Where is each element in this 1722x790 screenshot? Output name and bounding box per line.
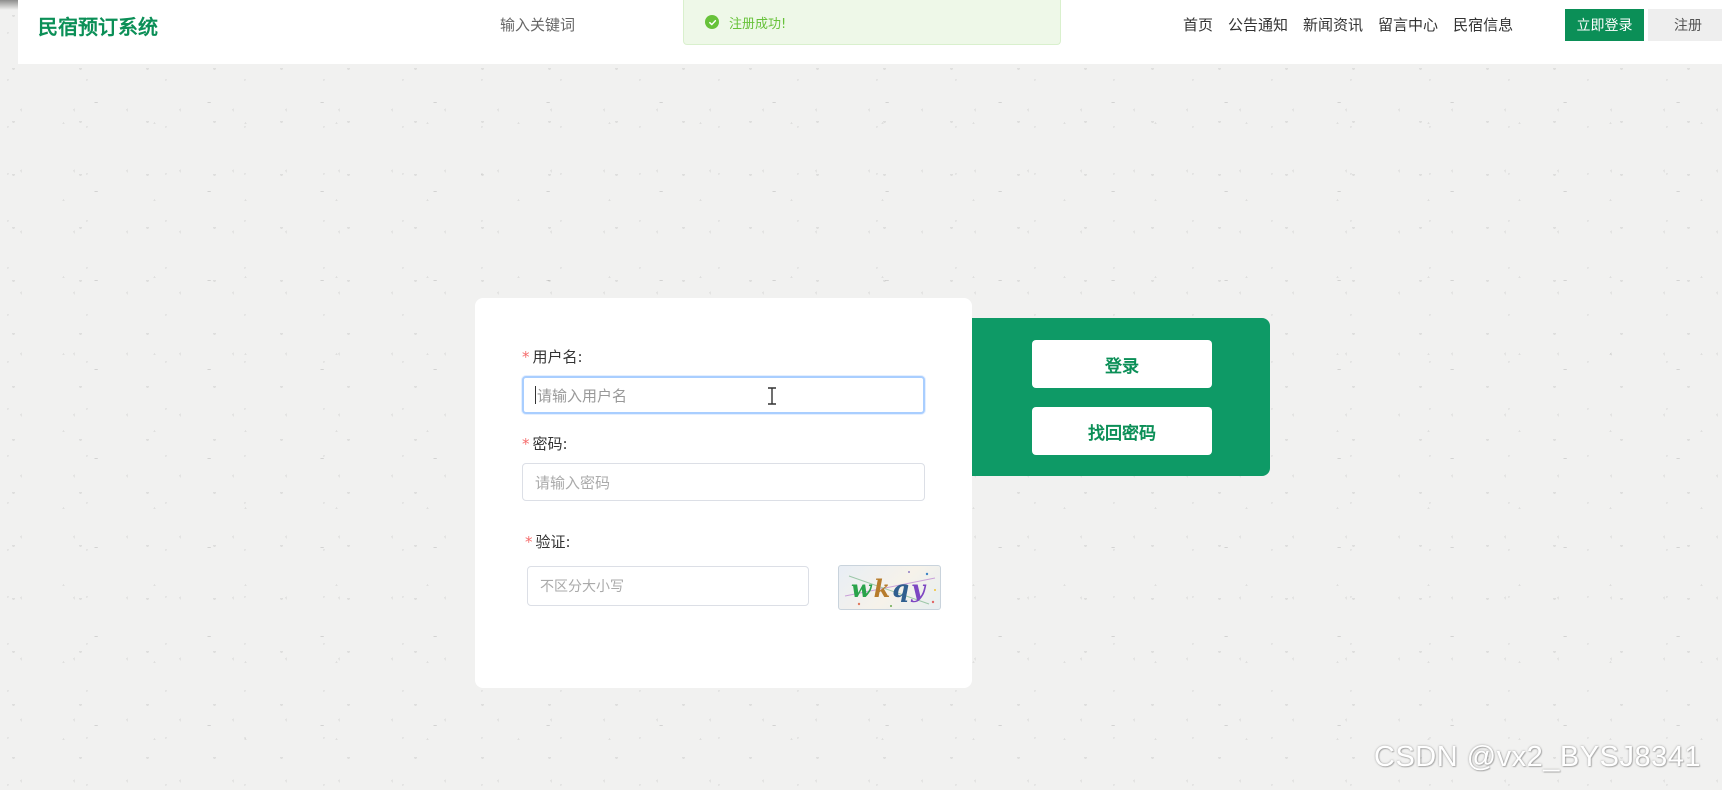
login-card: * 用户名: 请输入用户名 * 密码: 请输入密码 * 验证: 不区分大小写 wkqy xyxy=(475,298,972,688)
captcha-input[interactable]: 不区分大小写 xyxy=(527,566,809,606)
password-input[interactable]: 请输入密码 xyxy=(522,463,925,501)
login-button[interactable]: 登录 xyxy=(1032,340,1212,388)
required-mark: * xyxy=(525,533,533,551)
required-mark: * xyxy=(522,348,530,366)
recover-password-button[interactable]: 找回密码 xyxy=(1032,407,1212,455)
search-input[interactable]: 输入关键词 xyxy=(500,14,640,38)
captcha-placeholder: 不区分大小写 xyxy=(540,579,624,595)
captcha-code: wkqy xyxy=(851,574,928,603)
username-label: * 用户名: xyxy=(522,348,583,366)
toast-message: 注册成功! xyxy=(729,16,787,32)
check-circle-icon xyxy=(705,15,719,29)
password-label: * 密码: xyxy=(522,435,568,453)
success-toast: 注册成功! xyxy=(683,0,1061,45)
required-mark: * xyxy=(522,435,530,453)
captcha-label: * 验证: xyxy=(525,533,571,551)
header-register-button[interactable]: 注册 xyxy=(1648,9,1722,41)
nav-homestay-info[interactable]: 民宿信息 xyxy=(1453,13,1513,37)
header-login-button[interactable]: 立即登录 xyxy=(1565,9,1644,41)
username-input[interactable]: 请输入用户名 xyxy=(522,376,925,414)
nav-message-center[interactable]: 留言中心 xyxy=(1378,13,1438,37)
csdn-watermark: CSDN @vx2_BYSJ8341 xyxy=(1374,741,1701,773)
text-caret xyxy=(535,386,536,404)
nav-news[interactable]: 新闻资讯 xyxy=(1303,13,1363,37)
ibeam-cursor-icon xyxy=(768,387,776,405)
action-panel: 登录 找回密码 xyxy=(972,318,1270,476)
captcha-image[interactable]: wkqy xyxy=(838,565,941,610)
password-placeholder: 请输入密码 xyxy=(535,473,611,492)
username-placeholder: 请输入用户名 xyxy=(537,386,628,405)
nav-announcements[interactable]: 公告通知 xyxy=(1228,13,1288,37)
site-logo[interactable]: 民宿预订系统 xyxy=(38,11,158,40)
nav-home[interactable]: 首页 xyxy=(1183,13,1213,37)
main-nav: 首页 公告通知 新闻资讯 留言中心 民宿信息 xyxy=(1183,13,1528,37)
